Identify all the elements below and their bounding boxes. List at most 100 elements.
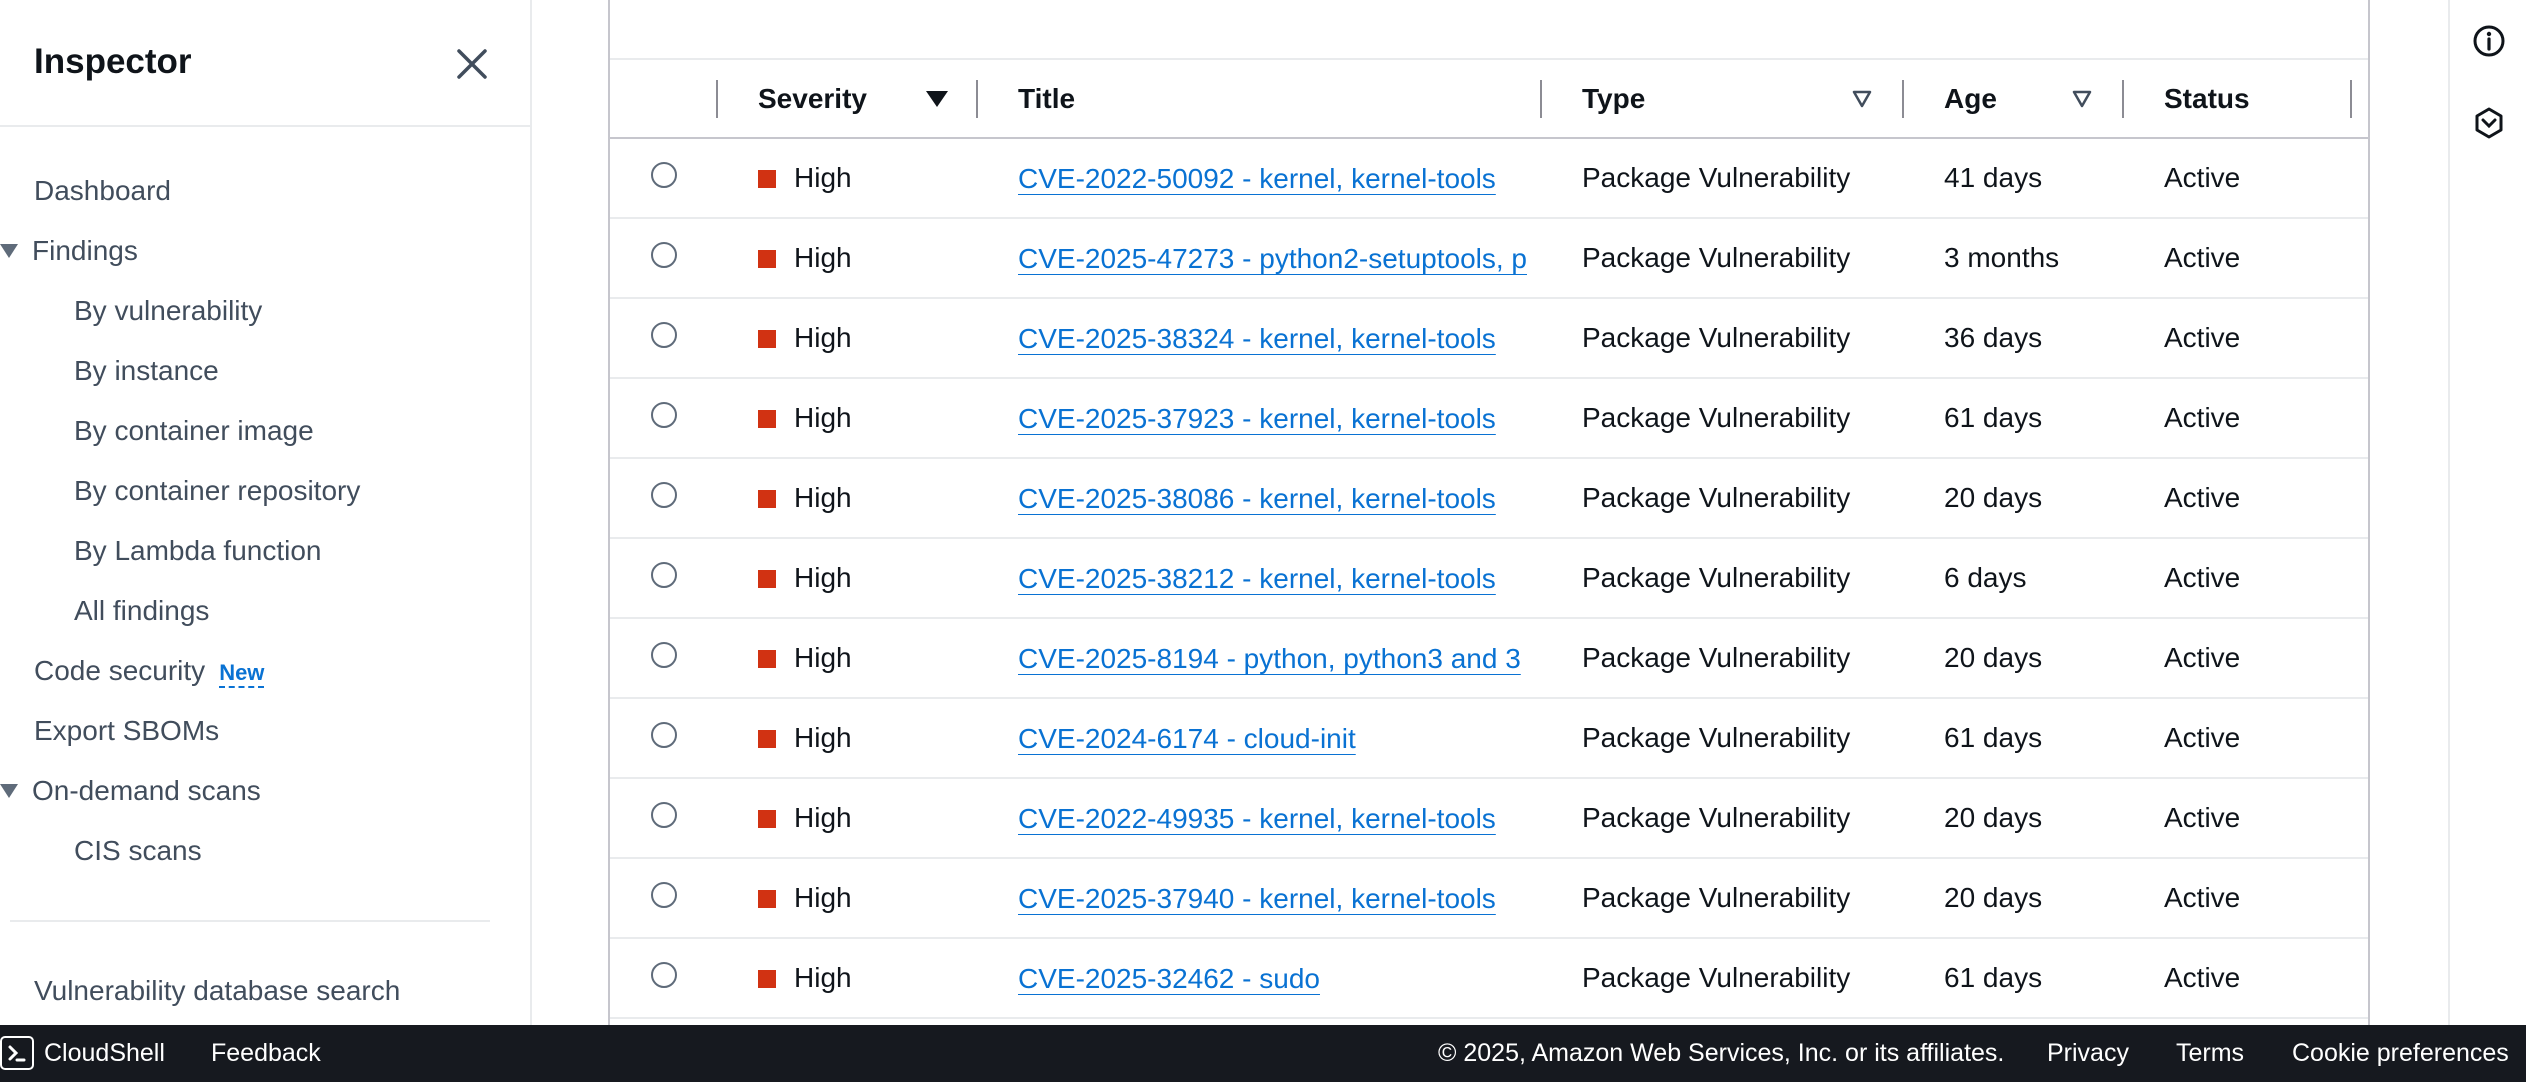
cloudshell-icon[interactable] — [0, 1036, 34, 1070]
row-spacer-cell — [2352, 378, 2368, 459]
table-row[interactable]: High CVE-2025-8194 - python, python3 and … — [610, 618, 2368, 699]
sort-icon[interactable] — [1852, 90, 1872, 108]
right-tools-rail — [2448, 0, 2526, 1025]
terms-link[interactable]: Terms — [2176, 1039, 2244, 1068]
finding-title-link[interactable]: CVE-2025-38212 - kernel, kernel-tools — [1018, 563, 1496, 595]
nav-item-vulnerability-database-search[interactable]: Vulnerability database search — [34, 975, 400, 1007]
column-header-type[interactable]: Type — [1542, 60, 1904, 139]
nav-item-by-vulnerability[interactable]: By vulnerability — [74, 295, 262, 327]
severity-label: High — [794, 242, 852, 273]
row-select-radio[interactable] — [651, 321, 677, 348]
severity-cell: High — [718, 698, 978, 779]
finding-title-link[interactable]: CVE-2025-37940 - kernel, kernel-tools — [1018, 883, 1496, 915]
cookie-preferences-link[interactable]: Cookie preferences — [2292, 1039, 2509, 1068]
nav-item-dashboard[interactable]: Dashboard — [34, 175, 171, 207]
table-row[interactable]: High CVE-2025-32462 - sudo Package Vulnera… — [610, 938, 2368, 1019]
feedback-link[interactable]: Feedback — [211, 1039, 321, 1068]
nav-item-label: Code security — [34, 655, 206, 686]
sort-icon[interactable] — [2072, 90, 2092, 108]
row-select-radio[interactable] — [651, 161, 677, 188]
close-icon[interactable] — [450, 42, 494, 86]
severity-cell: High — [718, 378, 978, 459]
finding-title-link[interactable]: CVE-2024-6174 - cloud-init — [1018, 723, 1356, 755]
privacy-link[interactable]: Privacy — [2047, 1039, 2129, 1068]
table-row[interactable]: High CVE-2022-49935 - kernel, kernel-tool… — [610, 778, 2368, 859]
nav-section-on-demand-scans[interactable]: On-demand scans — [0, 775, 261, 807]
nav-divider — [10, 920, 490, 922]
nav-item-code-security[interactable]: Code security New — [34, 655, 265, 688]
age-cell: 20 days — [1904, 778, 2124, 859]
pagination-hint — [1948, 0, 2308, 10]
row-select-radio[interactable] — [651, 721, 677, 748]
nav-section-findings[interactable]: Findings — [0, 235, 138, 267]
table-row[interactable]: High CVE-2024-6174 - cloud-init Package Vu… — [610, 698, 2368, 779]
severity-label: High — [794, 642, 852, 673]
row-select-radio[interactable] — [651, 561, 677, 588]
severity-high-icon — [758, 730, 776, 748]
main-content: Severity Title Type Age Status High CVE-… — [532, 0, 2448, 1025]
findings-table-container: Severity Title Type Age Status High CVE-… — [608, 0, 2370, 1025]
nav-item-by-container-repository[interactable]: By container repository — [74, 475, 360, 507]
severity-cell: High — [718, 218, 978, 299]
finding-title-link[interactable]: CVE-2025-38086 - kernel, kernel-tools — [1018, 483, 1496, 515]
severity-label: High — [794, 882, 852, 913]
type-cell: Package Vulnerability — [1542, 538, 1904, 619]
status-cell: Active — [2124, 298, 2352, 379]
title-cell: CVE-2024-6174 - cloud-init — [978, 698, 1542, 779]
hexagon-icon[interactable] — [2472, 106, 2506, 140]
row-select-radio[interactable] — [651, 881, 677, 908]
table-row[interactable]: High CVE-2025-47273 - python2-setuptools,… — [610, 218, 2368, 299]
nav-item-by-instance[interactable]: By instance — [74, 355, 219, 387]
finding-title-link[interactable]: CVE-2025-37923 - kernel, kernel-tools — [1018, 403, 1496, 435]
nav-item-cis-scans[interactable]: CIS scans — [74, 835, 202, 867]
table-row[interactable]: High CVE-2022-50092 - kernel, kernel-tool… — [610, 138, 2368, 219]
severity-high-icon — [758, 890, 776, 908]
info-icon[interactable] — [2472, 24, 2506, 58]
row-select-cell — [610, 618, 718, 699]
sort-descending-icon[interactable] — [926, 91, 948, 107]
severity-cell: High — [718, 618, 978, 699]
age-cell: 36 days — [1904, 298, 2124, 379]
finding-title-link[interactable]: CVE-2025-8194 - python, python3 and 3 — [1018, 643, 1521, 675]
finding-title-link[interactable]: CVE-2022-49935 - kernel, kernel-tools — [1018, 803, 1496, 835]
row-spacer-cell — [2352, 458, 2368, 539]
table-row[interactable]: High CVE-2025-38324 - kernel, kernel-tool… — [610, 298, 2368, 379]
table-row[interactable]: High CVE-2025-37923 - kernel, kernel-tool… — [610, 378, 2368, 459]
row-select-radio[interactable] — [651, 401, 677, 428]
table-row[interactable]: High CVE-2025-37940 - kernel, kernel-tool… — [610, 858, 2368, 939]
finding-title-link[interactable]: CVE-2025-38324 - kernel, kernel-tools — [1018, 323, 1496, 355]
cloudshell-link[interactable]: CloudShell — [44, 1039, 165, 1068]
finding-title-link[interactable]: CVE-2022-50092 - kernel, kernel-tools — [1018, 163, 1496, 195]
row-spacer-cell — [2352, 218, 2368, 299]
table-row[interactable]: High CVE-2025-38086 - kernel, kernel-tool… — [610, 458, 2368, 539]
finding-title-link[interactable]: CVE-2025-32462 - sudo — [1018, 963, 1320, 995]
table-row[interactable]: High CVE-2025-38212 - kernel, kernel-tool… — [610, 538, 2368, 619]
finding-title-link[interactable]: CVE-2025-47273 - python2-setuptools, p — [1018, 243, 1527, 275]
column-header-status[interactable]: Status — [2124, 60, 2352, 139]
column-header-title[interactable]: Title — [978, 60, 1542, 139]
severity-cell: High — [718, 458, 978, 539]
title-cell: CVE-2025-37940 - kernel, kernel-tools — [978, 858, 1542, 939]
column-header-severity[interactable]: Severity — [718, 60, 978, 139]
row-select-cell — [610, 458, 718, 539]
status-cell: Active — [2124, 858, 2352, 939]
nav-item-by-container-image[interactable]: By container image — [74, 415, 314, 447]
severity-label: High — [794, 482, 852, 513]
nav-item-export-sboms[interactable]: Export SBOMs — [34, 715, 219, 747]
row-select-radio[interactable] — [651, 801, 677, 828]
type-cell: Package Vulnerability — [1542, 778, 1904, 859]
caret-down-icon — [0, 784, 18, 798]
row-select-radio[interactable] — [651, 641, 677, 668]
row-select-radio[interactable] — [651, 241, 677, 268]
nav-section-label: On-demand scans — [32, 775, 261, 806]
select-column-header — [610, 60, 718, 139]
row-select-radio[interactable] — [651, 961, 677, 988]
severity-label: High — [794, 562, 852, 593]
title-cell: CVE-2022-49935 - kernel, kernel-tools — [978, 778, 1542, 859]
nav-item-by-lambda-function[interactable]: By Lambda function — [74, 535, 322, 567]
column-header-age[interactable]: Age — [1904, 60, 2124, 139]
nav-item-all-findings[interactable]: All findings — [74, 595, 209, 627]
age-cell: 20 days — [1904, 458, 2124, 539]
row-select-radio[interactable] — [651, 481, 677, 508]
row-select-cell — [610, 538, 718, 619]
